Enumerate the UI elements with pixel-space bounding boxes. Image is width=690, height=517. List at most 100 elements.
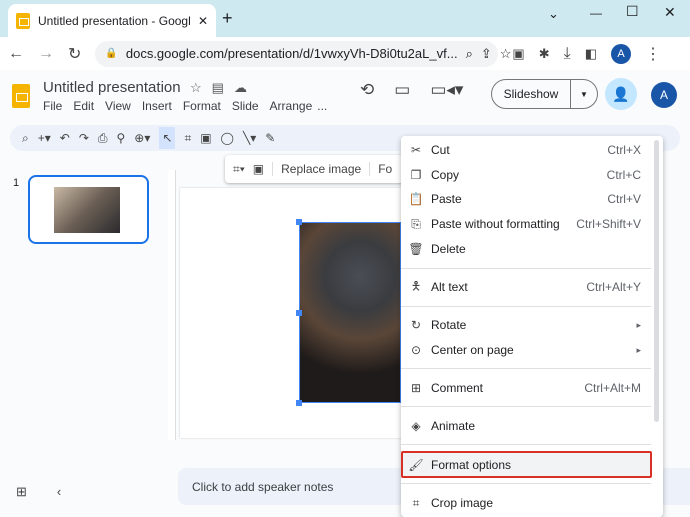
maximize-button[interactable]: ☐: [626, 3, 639, 20]
profile-avatar[interactable]: A: [610, 43, 631, 64]
slide-number: 1: [13, 177, 20, 189]
format-options-button[interactable]: Fo: [369, 162, 392, 176]
new-tab-button[interactable]: +: [222, 8, 233, 29]
slide-thumbnail[interactable]: [28, 175, 149, 244]
grid-view-icon[interactable]: ⊞: [16, 484, 27, 500]
forward-icon[interactable]: →: [38, 45, 54, 63]
menu-item-delete[interactable]: 🗑 Delete: [401, 238, 651, 260]
star-icon[interactable]: ☆: [190, 80, 202, 96]
resize-handle[interactable]: [296, 310, 302, 316]
menu-edit[interactable]: Edit: [73, 99, 94, 113]
select-icon[interactable]: ↖: [159, 127, 176, 149]
menu-item-alt-text[interactable]: 🯅 Alt text Ctrl+Alt+Y: [401, 276, 651, 298]
menu-item-center-on-page[interactable]: ⊙ Center on page ▸: [401, 339, 651, 361]
menu-more[interactable]: ...: [317, 99, 327, 113]
menu-item-paste[interactable]: 📋 Paste Ctrl+V: [401, 188, 651, 210]
close-window-button[interactable]: ✕: [664, 4, 676, 21]
paste-icon: 📋: [408, 192, 424, 206]
undo-icon[interactable]: ↶: [60, 131, 70, 145]
copy-icon: ❐: [410, 168, 422, 182]
slides-logo-icon[interactable]: [12, 84, 30, 108]
menu-slide[interactable]: Slide: [232, 99, 259, 113]
print-icon[interactable]: ⎙: [98, 131, 108, 146]
menu-item-animate[interactable]: ◈ Animate: [401, 415, 651, 437]
url-text[interactable]: docs.google.com/presentation/d/1vwxyVh-D…: [126, 46, 458, 61]
browser-tab[interactable]: Untitled presentation - Google S ✕: [8, 4, 216, 37]
extensions-icon[interactable]: ✱: [539, 46, 550, 62]
share-icon[interactable]: ⇪: [481, 46, 492, 62]
menu-item-rotate[interactable]: ↻ Rotate ▸: [401, 314, 651, 336]
meet-icon[interactable]: ▭◂▾: [430, 80, 463, 100]
slideshow-dropdown-icon[interactable]: ▼: [571, 90, 597, 99]
menu-item-cut[interactable]: ✂ Cut Ctrl+X: [401, 139, 651, 161]
pen-icon[interactable]: ✎: [265, 131, 275, 145]
reset-image-icon[interactable]: ▣: [253, 162, 264, 176]
sidepanel-icon[interactable]: ◧: [585, 46, 597, 62]
shape-icon[interactable]: ◯: [221, 131, 234, 145]
address-bar[interactable]: 🔒 docs.google.com/presentation/d/1vwxyVh…: [95, 40, 511, 67]
account-avatar[interactable]: A: [651, 82, 677, 108]
resize-handle[interactable]: [296, 219, 302, 225]
selected-image[interactable]: [296, 219, 401, 406]
search-menus-icon[interactable]: ⌕: [22, 131, 29, 146]
submenu-arrow-icon: ▸: [636, 319, 641, 330]
rotate-icon: ↻: [410, 318, 422, 332]
tab-title: Untitled presentation - Google S: [38, 13, 190, 28]
format-paint-icon: 🖌: [408, 458, 424, 472]
menu-item-paste-without-formatting[interactable]: ⎘ Paste without formatting Ctrl+Shift+V: [401, 213, 651, 235]
menu-item-copy[interactable]: ❐ Copy Ctrl+C: [401, 164, 651, 186]
image-toolbar: ⌗▾ ▣ Replace image Fo: [225, 155, 405, 183]
slideshow-button[interactable]: Slideshow ▼: [491, 79, 598, 109]
share-button[interactable]: 👤: [605, 78, 637, 110]
menu-scrollbar[interactable]: [654, 140, 659, 422]
minimize-button[interactable]: —: [590, 6, 602, 20]
close-tab-icon[interactable]: ✕: [198, 14, 208, 28]
bookmark-star-icon[interactable]: ☆: [500, 46, 512, 62]
redo-icon[interactable]: ↷: [79, 131, 89, 145]
zoom-icon[interactable]: ⌕: [466, 46, 473, 62]
comments-icon[interactable]: ▭: [394, 80, 410, 100]
menu-divider: [401, 268, 651, 269]
address-row: ← → ↻ 🔒 docs.google.com/presentation/d/1…: [0, 37, 690, 70]
menu-view[interactable]: View: [105, 99, 131, 113]
menu-item-format-options[interactable]: 🖌 Format options: [401, 454, 651, 476]
tab-bar: Untitled presentation - Google S ✕ + ⌄ —…: [0, 0, 690, 37]
menu-shortcut: Ctrl+Alt+M: [584, 381, 641, 395]
screenshot-icon[interactable]: ▣: [512, 46, 524, 62]
more-menu-icon[interactable]: ⋮: [645, 44, 661, 64]
menu-divider: [401, 306, 651, 307]
menu-label: Center on page: [431, 343, 514, 357]
context-menu: ✂ Cut Ctrl+X ❐ Copy Ctrl+C 📋 Paste Ctrl+V ⎘ Pas…: [401, 136, 663, 517]
resize-handle[interactable]: [296, 400, 302, 406]
collapse-filmstrip-icon[interactable]: ‹: [57, 484, 61, 500]
zoom-icon[interactable]: ⊕▾: [134, 131, 150, 145]
menu-divider: [401, 406, 651, 407]
menu-item-crop-image[interactable]: ⌗ Crop image: [401, 492, 651, 514]
menu-shortcut: Ctrl+V: [607, 192, 641, 206]
slideshow-label[interactable]: Slideshow: [492, 80, 571, 108]
line-icon[interactable]: ╲▾: [243, 131, 256, 145]
document-title[interactable]: Untitled presentation: [43, 79, 181, 96]
image-icon[interactable]: ▣: [200, 131, 211, 145]
menu-file[interactable]: File: [43, 99, 62, 113]
menu-arrange[interactable]: Arrange: [270, 99, 313, 113]
version-history-icon[interactable]: ⟲: [360, 80, 374, 100]
menu-insert[interactable]: Insert: [142, 99, 172, 113]
crop-icon[interactable]: ⌗▾: [233, 162, 245, 177]
slides-favicon-icon: [16, 12, 30, 29]
menu-format[interactable]: Format: [183, 99, 221, 113]
replace-image-button[interactable]: Replace image: [272, 162, 361, 176]
crop-icon: ⌗: [412, 495, 420, 510]
reload-icon[interactable]: ↻: [68, 44, 81, 64]
new-slide-icon[interactable]: +▾: [38, 131, 51, 145]
cloud-status-icon[interactable]: ☁: [234, 80, 247, 96]
thumbnail-photo: [54, 187, 120, 233]
back-icon[interactable]: ←: [8, 45, 24, 63]
download-icon[interactable]: ⤓: [564, 45, 571, 63]
menu-item-comment[interactable]: ⊞ Comment Ctrl+Alt+M: [401, 377, 651, 399]
textbox-icon[interactable]: ⌗: [184, 131, 191, 146]
paint-format-icon[interactable]: ⚲: [117, 131, 126, 145]
move-folder-icon[interactable]: ▤: [212, 80, 224, 96]
tab-search-icon[interactable]: ⌄: [548, 6, 559, 22]
scissors-icon: ✂: [410, 143, 422, 157]
